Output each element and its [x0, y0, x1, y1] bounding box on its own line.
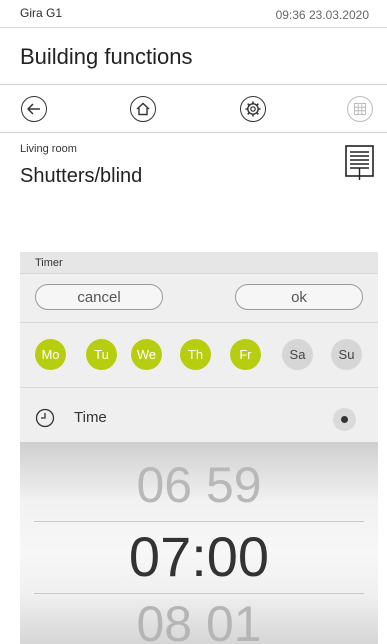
time-radio-button[interactable] [333, 408, 356, 431]
day-toggle-we[interactable]: We [131, 339, 162, 370]
day-toggle-tu[interactable]: Tu [86, 339, 117, 370]
device-name: Gira G1 [20, 6, 63, 20]
nav-bar [0, 84, 387, 133]
ok-button[interactable]: ok [235, 284, 363, 310]
wheel-divider-top [34, 521, 364, 522]
back-arrow-icon [27, 103, 40, 115]
day-toggle-fr[interactable]: Fr [230, 339, 261, 370]
status-datetime: 09:36 23.03.2020 [275, 8, 369, 22]
function-title: Shutters/blind [20, 165, 143, 187]
time-label: Time [74, 409, 107, 426]
home-button[interactable] [130, 96, 156, 122]
time-option-row[interactable]: Time [20, 394, 378, 442]
day-toggle-su[interactable]: Su [331, 339, 362, 370]
settings-button[interactable] [240, 96, 266, 122]
wheel-current-value[interactable]: 07:00 [20, 524, 378, 589]
time-picker-wheel[interactable]: 06 59 07:00 08 01 [20, 442, 378, 644]
settings-gear-icon [245, 101, 261, 117]
weekday-selector: Mo Tu We Th Fr Sa Su [20, 322, 378, 388]
wheel-next-value[interactable]: 08 01 [20, 595, 378, 644]
back-button[interactable] [21, 96, 47, 122]
room-name: Living room [20, 143, 77, 155]
day-toggle-mo[interactable]: Mo [35, 339, 66, 370]
timer-panel: Timer cancel ok Mo Tu We Th Fr Sa Su Tim… [20, 252, 378, 644]
grid-view-button[interactable] [347, 96, 373, 122]
cancel-button[interactable]: cancel [35, 284, 163, 310]
day-toggle-th[interactable]: Th [180, 339, 211, 370]
day-toggle-sa[interactable]: Sa [282, 339, 313, 370]
home-icon [136, 102, 150, 116]
wheel-divider-bottom [34, 593, 364, 594]
grid-icon [354, 103, 366, 115]
blind-icon [345, 145, 374, 180]
wheel-previous-value[interactable]: 06 59 [20, 456, 378, 514]
clock-icon [35, 408, 55, 428]
page-title: Building functions [20, 44, 193, 69]
status-bar: Gira G1 09:36 23.03.2020 [0, 0, 387, 28]
radio-selected-dot [341, 416, 348, 423]
timer-title: Timer [20, 252, 378, 274]
